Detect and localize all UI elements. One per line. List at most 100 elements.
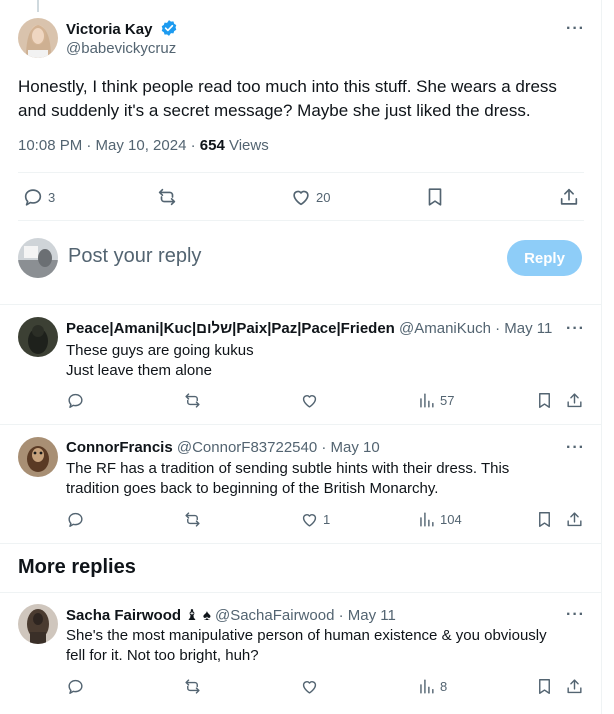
avatar[interactable] <box>18 317 58 357</box>
reply-text-line: tradition goes back to beginning of the … <box>66 480 439 497</box>
repost-action[interactable] <box>183 510 202 529</box>
heart-icon <box>302 514 317 527</box>
reply-icon <box>24 189 42 206</box>
share-icon <box>560 188 578 205</box>
reply-text-line: Just leave them alone <box>66 362 212 379</box>
like-count: 20 <box>316 189 331 205</box>
repost-icon <box>185 679 200 694</box>
analytics-icon <box>420 393 434 408</box>
tweet-thread-page: Victoria Kay @babevickycruz ··· Honestly… <box>0 0 602 714</box>
bookmark-icon <box>428 188 442 206</box>
like-action[interactable] <box>300 391 319 410</box>
like-action[interactable]: 1 <box>300 510 330 529</box>
bookmark-action[interactable] <box>424 186 446 208</box>
more-replies-heading: More replies <box>18 556 136 578</box>
share-action[interactable] <box>565 677 584 696</box>
reply-text-line: She's the most manipulative person of hu… <box>66 627 547 644</box>
tweet-actions: 57 <box>0 391 602 415</box>
repost-action[interactable] <box>156 186 178 208</box>
reply-tweet: Peace|Amani|Kuc|שלום|Paix|Paz|Pace|Fried… <box>0 305 602 425</box>
views-action[interactable]: 57 <box>417 391 454 410</box>
reply-text: These guys are going kukus Just leave th… <box>66 341 566 381</box>
reply-icon <box>68 393 83 408</box>
reply-text-line: The RF has a tradition of sending subtle… <box>66 460 510 477</box>
bookmark-action[interactable] <box>535 677 554 696</box>
more-options-icon[interactable]: ··· <box>566 20 585 38</box>
analytics-icon <box>420 679 434 694</box>
heart-icon <box>302 681 317 694</box>
reply-count: 3 <box>48 189 56 205</box>
name-emoji-suffix: ♝ ♠ <box>185 607 211 624</box>
tweet-actions: 3 20 <box>0 186 602 210</box>
tweet-date[interactable]: · May 11 <box>495 320 552 337</box>
share-action[interactable] <box>565 510 584 529</box>
views-count: 104 <box>440 512 462 527</box>
views-count: 57 <box>440 393 455 408</box>
like-action[interactable] <box>300 677 319 696</box>
author-name[interactable]: Peace|Amani|Kuc|שלום|Paix|Paz|Pace|Fried… <box>66 320 395 337</box>
reply-icon <box>68 679 83 694</box>
more-options-icon[interactable]: ··· <box>566 439 585 457</box>
heart-icon <box>293 190 309 206</box>
views-count: 8 <box>440 679 448 694</box>
share-icon <box>567 512 582 527</box>
views-action[interactable]: 104 <box>417 510 462 529</box>
author-name[interactable]: ConnorFrancis <box>66 439 173 456</box>
repost-action[interactable] <box>183 391 202 410</box>
thread-connector-line <box>37 0 39 12</box>
more-options-icon[interactable]: ··· <box>566 606 585 624</box>
share-icon <box>567 393 582 408</box>
reply-text: She's the most manipulative person of hu… <box>66 626 566 666</box>
repost-action[interactable] <box>183 677 202 696</box>
bookmark-action[interactable] <box>535 510 554 529</box>
bookmark-action[interactable] <box>535 391 554 410</box>
reply-action[interactable] <box>66 510 85 529</box>
author-handle[interactable]: @babevickycruz <box>66 40 176 57</box>
bookmark-icon <box>539 512 550 527</box>
author-handle[interactable]: @ConnorF83722540 <box>177 439 317 456</box>
reply-button[interactable]: Reply <box>507 240 582 276</box>
divider <box>0 543 602 544</box>
tweet-actions: 8 <box>0 677 602 701</box>
like-count: 1 <box>323 512 331 527</box>
repost-icon <box>158 188 176 206</box>
reply-input[interactable]: Post your reply <box>68 245 201 268</box>
more-options-icon[interactable]: ··· <box>566 320 585 338</box>
verified-badge-icon <box>160 19 178 42</box>
repost-icon <box>185 512 200 527</box>
author-handle[interactable]: @AmaniKuch <box>399 320 491 337</box>
reply-composer: Post your reply Reply <box>0 222 602 302</box>
like-action[interactable]: 20 <box>290 186 330 208</box>
reply-text-line: These guys are going kukus <box>66 342 254 359</box>
divider <box>18 172 584 173</box>
bookmark-icon <box>539 679 550 694</box>
author-name[interactable]: Sacha Fairwood <box>66 607 181 624</box>
reply-tweet: Sacha Fairwood ♝ ♠ @SachaFairwood · May … <box>0 593 602 714</box>
views-label: Views <box>224 137 269 154</box>
divider <box>18 220 584 221</box>
analytics-icon <box>420 512 434 527</box>
reply-text-line: fell for it. Not too bright, huh? <box>66 647 259 664</box>
bookmark-icon <box>539 393 550 408</box>
reply-action[interactable] <box>66 391 85 410</box>
tweet-date[interactable]: · May 11 <box>339 607 396 624</box>
avatar[interactable] <box>18 238 58 278</box>
reply-action[interactable] <box>66 677 85 696</box>
tweet-actions: 1 104 <box>0 510 602 534</box>
views-action[interactable]: 8 <box>417 677 447 696</box>
author-name[interactable]: Victoria Kay <box>66 21 152 38</box>
author-handle[interactable]: @SachaFairwood <box>215 607 334 624</box>
reply-action[interactable]: 3 <box>22 186 55 208</box>
heart-icon <box>302 395 317 408</box>
avatar[interactable] <box>18 604 58 644</box>
share-action[interactable] <box>565 391 584 410</box>
tweet-date[interactable]: · May 10 <box>321 439 379 456</box>
reply-icon <box>68 512 83 527</box>
share-action[interactable] <box>558 186 580 208</box>
avatar[interactable] <box>18 437 58 477</box>
avatar[interactable] <box>18 18 58 58</box>
tweet-meta: 10:08 PM · May 10, 2024 · 654 Views <box>18 137 269 154</box>
views-count: 654 <box>199 137 225 154</box>
tweet-text: Honestly, I think people read too much i… <box>18 77 557 120</box>
tweet-timestamp[interactable]: 10:08 PM · May 10, 2024 · <box>18 137 200 154</box>
